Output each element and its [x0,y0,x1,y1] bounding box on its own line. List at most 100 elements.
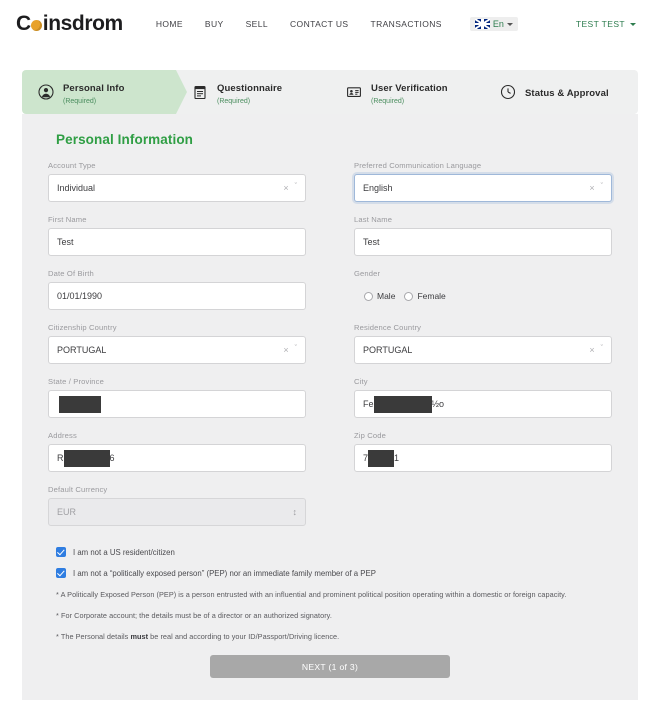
gender-option-label: Female [417,291,446,301]
state-province-label: State / Province [48,377,105,386]
form-row-3: Date Of Birth 01/01/1990 Gender Male Fem… [48,269,612,323]
redaction-block [373,395,432,413]
field-last-name: Last Name Test [354,215,612,256]
chevron-down-icon[interactable]: ˇ [295,345,297,352]
checkbox-pep[interactable]: I am not a “politically exposed person” … [56,568,612,578]
clipboard-icon [192,84,208,100]
date-of-birth-value: 01/01/1990 [57,291,103,301]
chevron-down-icon[interactable]: ˇ [601,183,603,190]
field-zip-code: Zip Code 71 [354,431,612,472]
field-default-currency: Default Currency EUR ↕ [48,485,306,526]
clear-icon[interactable]: × [589,345,594,355]
radio-icon[interactable] [404,291,414,301]
citizenship-country-select[interactable]: PORTUGAL × ˇ [48,336,306,364]
redaction-block [368,449,395,467]
address-input[interactable]: R6 [48,444,306,472]
date-of-birth-input[interactable]: 01/01/1990 [48,282,306,310]
communication-language-select[interactable]: English × ˇ [354,174,612,202]
account-type-value: Individual [57,183,96,193]
form-row-5: State / Province City Fe ½o [48,377,612,431]
first-name-label: First Name [48,215,87,224]
step-subtitle: (Required) [217,97,251,105]
coin-icon [31,19,43,31]
clear-icon[interactable]: × [283,183,288,193]
checkbox-checked-icon[interactable] [56,547,66,557]
field-citizenship-country: Citizenship Country PORTUGAL × ˇ [48,323,306,364]
chevron-down-icon [506,22,513,26]
step-arrow [176,70,187,114]
city-label: City [354,377,368,386]
field-first-name: First Name Test [48,215,306,256]
stepper-icon: ↕ [292,506,298,517]
form-row-6: Address R6 Zip Code 71 [48,431,612,485]
checkbox-checked-icon[interactable] [56,568,66,578]
clear-icon[interactable]: × [283,345,288,355]
nav-link-sell[interactable]: SELL [246,19,268,29]
field-state-province: State / Province [48,377,306,418]
checkbox-label: I am not a US resident/citizen [73,547,175,557]
user-menu[interactable]: TEST TEST [576,19,636,29]
step-arrow [484,70,495,114]
form-row-7: Default Currency EUR ↕ [48,485,612,539]
note-personal-details: * The Personal details must be real and … [56,632,612,641]
step-title: Status & Approval [525,87,609,99]
clear-icon[interactable]: × [589,183,594,193]
form-row-4: Citizenship Country PORTUGAL × ˇ Residen… [48,323,612,377]
user-name-label: TEST TEST [575,19,625,29]
form-row-1: Account Type Individual × ˇ Preferred Co… [48,161,612,215]
logo-text-pre: C [16,12,31,35]
next-button[interactable]: NEXT (1 of 3) [210,655,450,678]
checkbox-us-resident[interactable]: I am not a US resident/citizen [56,547,612,557]
note-text-pre: * The Personal details [56,632,131,641]
step-title: Questionnaire [217,83,283,95]
residence-country-select[interactable]: PORTUGAL × ˇ [354,336,612,364]
step-user-verification[interactable]: User Verification (Required) [330,70,495,114]
site-logo[interactable]: Cinsdrom [16,12,123,36]
step-subtitle: (Required) [63,97,97,105]
language-selector[interactable]: En [469,17,518,31]
note-text-bold: must [130,632,149,641]
communication-language-label: Preferred Communication Language [354,161,482,170]
communication-language-value: English [363,183,393,193]
account-type-select[interactable]: Individual × ˇ [48,174,306,202]
language-label: En [492,19,504,29]
step-questionnaire[interactable]: Questionnaire (Required) [176,70,341,114]
field-city: City Fe ½o [354,377,612,418]
radio-icon[interactable] [364,291,373,301]
step-personal-info[interactable]: Personal Info (Required) [22,70,187,114]
gender-option-male[interactable]: Male [364,291,395,301]
field-communication-language: Preferred Communication Language English… [354,161,612,202]
field-date-of-birth: Date Of Birth 01/01/1990 [48,269,306,310]
redaction-block [59,395,101,413]
attestation-checkboxes: I am not a US resident/citizen I am not … [56,547,612,578]
personal-info-card: Personal Information Account Type Indivi… [22,114,638,700]
first-name-value: Test [57,237,74,247]
account-type-label: Account Type [48,161,96,170]
note-text-post: be real and according to your ID/Passpor… [148,632,340,641]
state-province-input[interactable] [48,390,306,418]
nav-link-contact-us[interactable]: CONTACT US [290,19,348,29]
step-status-approval[interactable]: Status & Approval [484,70,638,114]
nav-link-buy[interactable]: BUY [205,19,224,29]
gender-radio-group: Male Female [354,282,612,310]
zip-code-label: Zip Code [354,431,387,440]
field-address: Address R6 [48,431,306,472]
first-name-input[interactable]: Test [48,228,306,256]
chevron-down-icon[interactable]: ˇ [295,183,297,190]
step-subtitle: (Required) [371,97,405,105]
last-name-input[interactable]: Test [354,228,612,256]
form-actions: NEXT (1 of 3) [48,655,612,678]
citizenship-country-value: PORTUGAL [57,345,107,355]
form-notes: * A Politically Exposed Person (PEP) is … [56,590,612,641]
chevron-down-icon[interactable]: ˇ [601,345,603,352]
default-currency-select: EUR ↕ [48,498,306,526]
gender-option-female[interactable]: Female [404,291,446,301]
nav-link-transactions[interactable]: TRANSACTIONS [370,19,441,29]
nav-link-home[interactable]: HOME [156,19,183,29]
zip-code-input[interactable]: 71 [354,444,612,472]
last-name-value: Test [363,237,380,247]
field-gender: Gender Male Female [354,269,612,310]
page-body: Personal Info (Required) Questionnaire (… [0,48,660,712]
top-spacer [22,48,638,70]
city-input[interactable]: Fe ½o [354,390,612,418]
